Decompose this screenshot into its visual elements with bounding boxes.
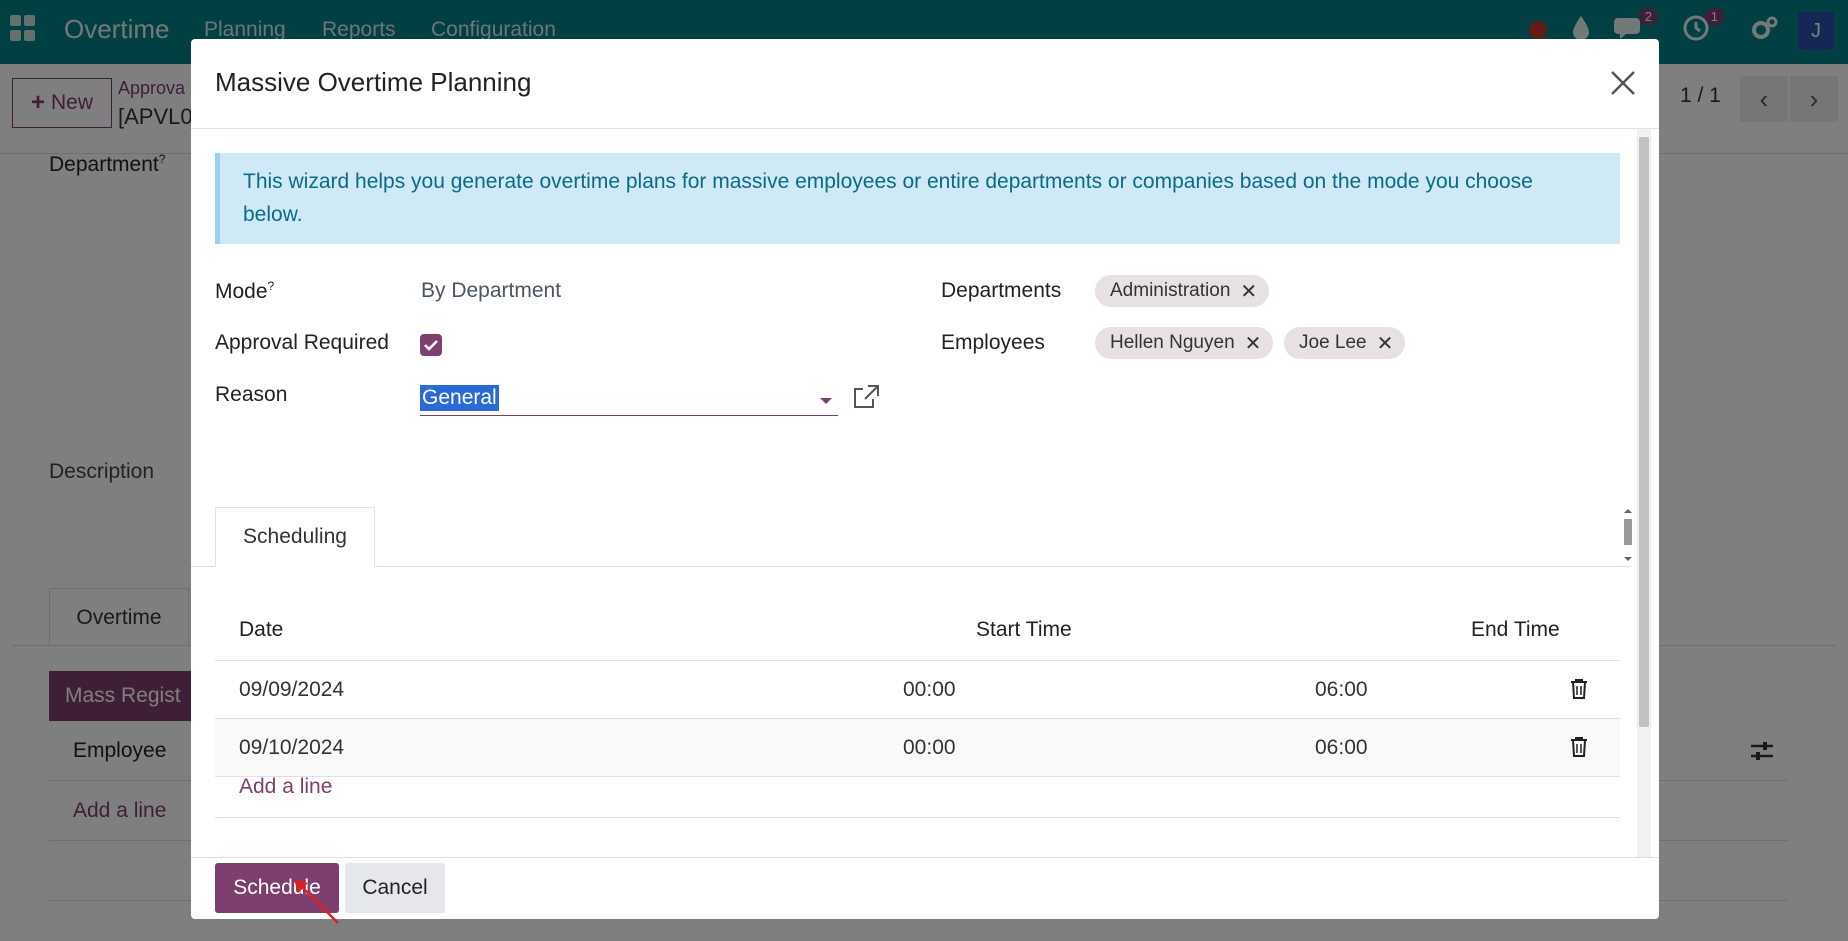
trash-icon[interactable] (1570, 736, 1588, 758)
employee-tag: Hellen Nguyen ✕ (1095, 327, 1274, 359)
modal-title: Massive Overtime Planning (215, 67, 532, 97)
date-column-header[interactable]: Date (239, 618, 283, 642)
start-time-column-header[interactable]: Start Time (976, 618, 1072, 642)
table-row[interactable]: 09/09/2024 00:00 06:00 (215, 661, 1620, 719)
approval-required-label: Approval Required (215, 331, 389, 354)
modal-footer: Schedule Cancel (191, 857, 1659, 919)
reason-value: General (420, 385, 499, 411)
mode-help-icon[interactable]: ? (268, 279, 275, 293)
tab-divider (191, 566, 1631, 567)
reason-select[interactable]: General (420, 383, 838, 416)
add-line-link[interactable]: Add a line (239, 775, 332, 799)
end-time-column-header[interactable]: End Time (1471, 618, 1560, 642)
employees-label: Employees (941, 331, 1045, 354)
cancel-button[interactable]: Cancel (345, 863, 445, 913)
external-link-icon[interactable] (853, 383, 881, 411)
row-start-time[interactable]: 00:00 (903, 736, 956, 760)
tab-scheduling[interactable]: Scheduling (215, 507, 375, 567)
table-footer-divider (215, 817, 1620, 818)
dropdown-caret-icon[interactable] (820, 398, 832, 404)
check-icon (424, 340, 438, 351)
employee-tag-label: Joe Lee (1299, 332, 1367, 353)
modal-scrollbar-thumb[interactable] (1639, 137, 1649, 727)
employee-tag: Joe Lee ✕ (1284, 327, 1406, 359)
remove-tag-icon[interactable]: ✕ (1245, 331, 1262, 356)
tabs-scrollbar[interactable] (1621, 507, 1635, 565)
remove-tag-icon[interactable]: ✕ (1240, 279, 1257, 304)
mode-value[interactable]: By Department (421, 279, 561, 303)
modal-header: Massive Overtime Planning (191, 39, 1659, 129)
row-start-time[interactable]: 00:00 (903, 678, 956, 702)
massive-overtime-dialog: Massive Overtime Planning This wizard he… (191, 39, 1659, 919)
table-row[interactable]: 09/10/2024 00:00 06:00 (215, 719, 1620, 777)
mode-label: Mode? (215, 279, 275, 303)
close-icon[interactable] (1603, 63, 1643, 103)
approval-required-checkbox[interactable] (420, 334, 442, 356)
department-tag-label: Administration (1110, 280, 1231, 301)
department-tag: Administration ✕ (1095, 275, 1270, 307)
annotation-arrow-icon (294, 879, 339, 924)
trash-icon[interactable] (1570, 678, 1588, 700)
remove-tag-icon[interactable]: ✕ (1377, 331, 1394, 356)
row-end-time[interactable]: 06:00 (1315, 736, 1368, 760)
row-end-time[interactable]: 06:00 (1315, 678, 1368, 702)
employee-tag-label: Hellen Nguyen (1110, 332, 1235, 353)
reason-label: Reason (215, 383, 288, 406)
info-alert: This wizard helps you generate overtime … (215, 153, 1620, 244)
modal-body: This wizard helps you generate overtime … (191, 129, 1659, 857)
departments-label: Departments (941, 279, 1062, 302)
row-date[interactable]: 09/09/2024 (239, 678, 344, 702)
row-date[interactable]: 09/10/2024 (239, 736, 344, 760)
modal-scrollbar[interactable] (1637, 129, 1651, 857)
